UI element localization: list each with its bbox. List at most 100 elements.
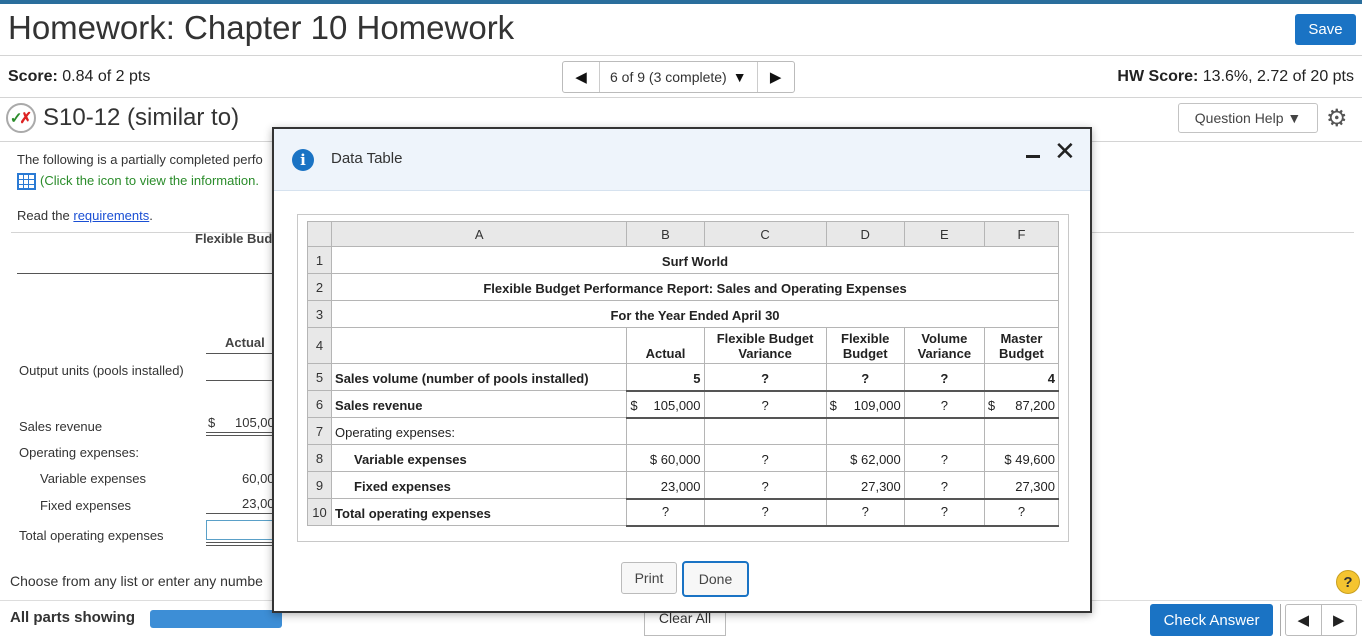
check-answer-button[interactable]: Check Answer <box>1150 604 1273 636</box>
column-header-row: A B C D E F <box>306 221 1060 247</box>
row-output-units: Output units (pools installed) <box>19 363 184 378</box>
table-row: 5 Sales volume (number of pools installe… <box>306 363 1060 392</box>
row-number: 8 <box>306 444 333 472</box>
help-question-icon[interactable]: ? <box>1336 570 1360 594</box>
sales-dollar-sign: $ <box>208 415 216 430</box>
column-header: C <box>703 221 827 247</box>
cell-fbv: ? <box>703 363 827 392</box>
table-row: 8 Variable expenses $ 60,000 ? $ 62,000 … <box>306 444 1060 472</box>
cell-vv: ? <box>903 444 985 472</box>
data-table-link[interactable]: (Click the icon to view the information. <box>17 173 259 191</box>
currency: $ <box>1004 452 1012 467</box>
col-header-volume-variance: Volume Variance <box>903 327 985 364</box>
choose-instruction: Choose from any list or enter any numbe <box>10 573 263 589</box>
total-opex-answer-input[interactable] <box>206 520 276 540</box>
row-variable-expenses: Variable expenses <box>40 471 146 486</box>
print-button[interactable]: Print <box>621 562 677 594</box>
row-label: Sales volume (number of pools installed) <box>331 363 628 391</box>
click-icon-text[interactable]: (Click the icon to view the information. <box>40 173 259 188</box>
data-table-dialog: i Data Table ✕ A B C D E F 1 Surf World … <box>272 127 1092 613</box>
top-accent-line <box>0 0 1362 4</box>
value: 60,000 <box>660 452 701 467</box>
cell-vv: ? <box>903 471 985 500</box>
cell-flex: ? <box>825 363 905 392</box>
report-title: Flexible Budget Performance Report: Sale… <box>331 273 1059 301</box>
variable-expenses-value: 60,00 <box>242 471 275 486</box>
corner-cell <box>306 221 333 247</box>
column-header: E <box>903 221 985 247</box>
question-position-dropdown[interactable]: 6 of 9 (3 complete) ▼ <box>599 62 758 92</box>
table-row: 1 Surf World <box>306 246 1059 274</box>
cell <box>626 417 705 445</box>
divider <box>0 55 1362 56</box>
next-arrow-icon[interactable]: ▶ <box>1320 605 1357 635</box>
read-prefix: Read the <box>17 208 74 223</box>
question-title: ✓ ✗ S10-12 (similar to) <box>6 103 239 133</box>
divider <box>1280 604 1281 636</box>
save-button[interactable]: Save <box>1295 14 1356 45</box>
prev-arrow-icon[interactable]: ◀ <box>1286 605 1321 635</box>
cell-fbv: ? <box>703 498 827 527</box>
requirements-link[interactable]: requirements <box>73 208 149 223</box>
column-header: A <box>331 221 628 247</box>
col-header-master-budget: Master Budget <box>983 327 1060 364</box>
parts-progress-bar <box>150 610 282 628</box>
intro-text: The following is a partially completed p… <box>17 152 263 167</box>
company-name: Surf World <box>331 246 1059 274</box>
fixed-expenses-value: 23,00 <box>242 496 275 511</box>
row-fixed-expenses: Fixed expenses <box>40 498 132 513</box>
spreadsheet-frame: A B C D E F 1 Surf World 2 Flexible Budg… <box>297 214 1069 542</box>
input-rule <box>206 513 272 514</box>
sales-revenue-value: 105,00 <box>235 415 275 430</box>
actual-header: Actual <box>225 335 265 350</box>
cell-actual: ? <box>626 498 705 527</box>
read-suffix: . <box>149 208 153 223</box>
table-grid-icon[interactable] <box>17 173 36 191</box>
question-navigator: ◀ 6 of 9 (3 complete) ▼ ▶ <box>562 61 795 93</box>
value: 109,000 <box>853 397 901 413</box>
row-label: Total operating expenses <box>331 498 628 526</box>
done-button[interactable]: Done <box>682 561 749 597</box>
minimize-icon[interactable] <box>1026 155 1040 158</box>
question-help-button[interactable]: Question Help ▼ <box>1178 103 1318 133</box>
cell <box>331 327 628 364</box>
col-header-flex-budget-variance: Flexible Budget Variance <box>703 327 827 364</box>
currency: $ <box>649 452 658 467</box>
all-parts-showing: All parts showing <box>10 609 136 626</box>
table-row: 2 Flexible Budget Performance Report: Sa… <box>306 273 1059 301</box>
hw-score-label: HW Score: <box>1117 68 1199 85</box>
row-number: 1 <box>306 246 333 274</box>
cell-master: 27,300 <box>983 471 1060 500</box>
question-nav-buttons: ◀ ▶ <box>1285 604 1357 636</box>
close-icon[interactable]: ✕ <box>1054 137 1076 167</box>
score-label: Score: <box>8 68 58 85</box>
cell-flex: 27,300 <box>825 471 905 500</box>
currency: $ <box>630 397 638 413</box>
value: 49,600 <box>1015 452 1055 467</box>
column-header: F <box>983 221 1060 247</box>
header-rule <box>17 273 273 274</box>
chevron-down-icon: ▼ <box>732 69 747 85</box>
next-question-icon[interactable]: ▶ <box>758 62 794 92</box>
gear-icon[interactable]: ⚙ <box>1326 104 1348 133</box>
cell <box>825 417 905 445</box>
column-header: B <box>626 221 705 247</box>
cell-vv: ? <box>903 498 985 527</box>
row-number: 7 <box>306 417 333 445</box>
prev-question-icon[interactable]: ◀ <box>563 62 599 92</box>
cell-flex: $109,000 <box>825 390 905 419</box>
report-period: For the Year Ended April 30 <box>331 300 1059 328</box>
question-help-label: Question Help <box>1194 110 1284 126</box>
row-number: 5 <box>306 363 333 391</box>
currency: $ <box>829 397 837 413</box>
row-label: Variable expenses <box>331 444 628 472</box>
question-position: 6 of 9 (3 complete) <box>610 69 727 85</box>
row-number: 3 <box>306 300 333 328</box>
row-label: Sales revenue <box>331 390 628 418</box>
value: 105,000 <box>653 397 701 413</box>
double-underline <box>206 432 272 436</box>
row-label: Operating expenses: <box>331 417 628 445</box>
cell-master: ? <box>983 498 1060 527</box>
flexible-budget-header: Flexible Bud <box>195 231 273 246</box>
table-row: 9 Fixed expenses 23,000 ? 27,300 ? 27,30… <box>306 471 1060 500</box>
